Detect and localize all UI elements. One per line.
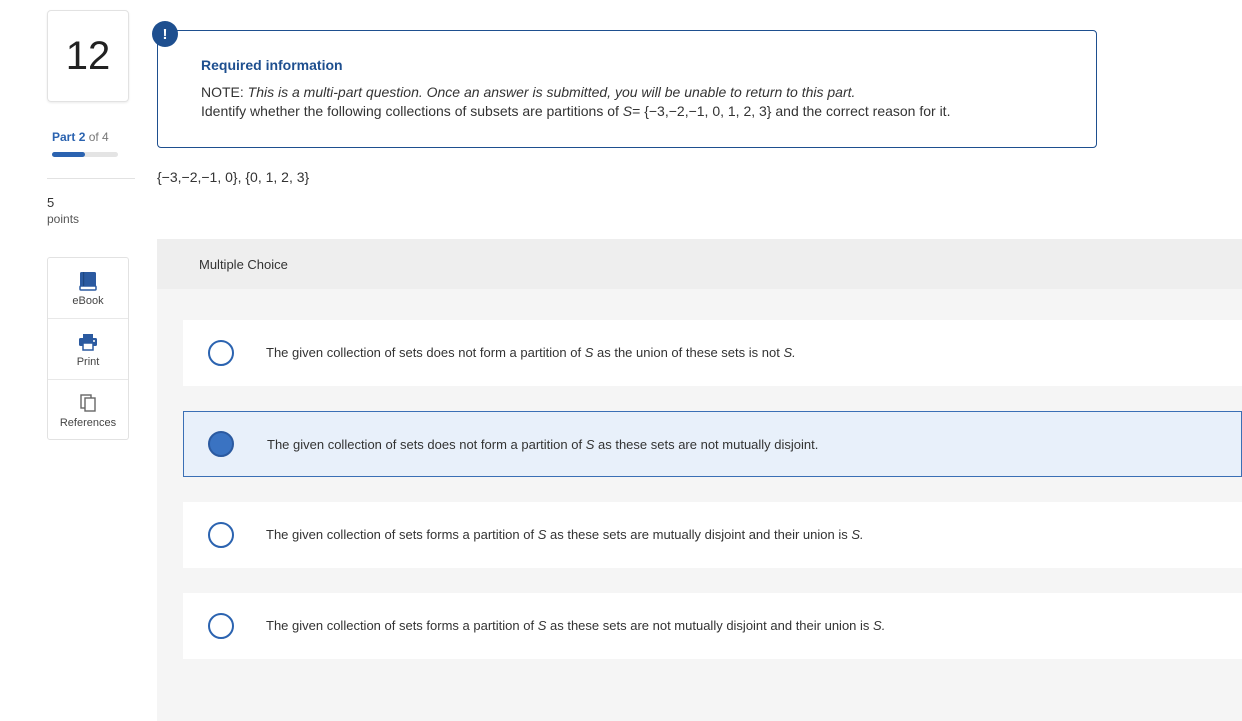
radio-button[interactable] — [208, 613, 234, 639]
part-total: of 4 — [88, 130, 109, 144]
book-icon — [79, 270, 97, 292]
note-text: NOTE: This is a multi-part question. Onc… — [201, 84, 856, 100]
print-button[interactable]: Print — [48, 319, 128, 380]
divider — [47, 178, 135, 179]
answer-option[interactable]: The given collection of sets does not fo… — [183, 320, 1242, 386]
multiple-choice-title: Multiple Choice — [199, 257, 288, 272]
radio-button[interactable] — [208, 431, 234, 457]
references-label: References — [59, 417, 117, 429]
answer-option[interactable]: The given collection of sets does not fo… — [183, 411, 1242, 477]
radio-button[interactable] — [208, 522, 234, 548]
answer-option[interactable]: The given collection of sets forms a par… — [183, 593, 1242, 659]
print-label: Print — [76, 355, 100, 368]
question-number: 12 — [47, 10, 129, 102]
points-label: points — [47, 212, 80, 226]
part-indicator: Part 2 of 4 — [52, 130, 109, 144]
instruction-text: Identify whether the following collectio… — [201, 103, 951, 119]
multiple-choice-area: Multiple Choice The given collection of … — [157, 239, 1242, 721]
answer-option-text: The given collection of sets forms a par… — [266, 527, 864, 542]
answer-option-text: The given collection of sets does not fo… — [267, 437, 819, 452]
required-information-title: Required information — [201, 57, 343, 73]
part-label: Part 2 — [52, 130, 86, 144]
answer-option-text: The given collection of sets does not fo… — [266, 345, 796, 360]
printer-icon — [78, 331, 98, 353]
tools-panel: eBook Print References — [47, 257, 129, 440]
part-progress-bar — [52, 152, 118, 157]
part-progress-fill — [52, 152, 85, 157]
answer-option[interactable]: The given collection of sets forms a par… — [183, 502, 1242, 568]
ebook-button[interactable]: eBook — [48, 258, 128, 319]
points-value: 5 — [47, 195, 55, 210]
answer-option-text: The given collection of sets forms a par… — [266, 618, 886, 633]
multiple-choice-header: Multiple Choice — [157, 239, 1242, 289]
alert-icon: ! — [152, 21, 178, 47]
ebook-label: eBook — [72, 294, 104, 307]
radio-button[interactable] — [208, 340, 234, 366]
references-button[interactable]: References — [48, 380, 128, 441]
references-icon — [79, 392, 97, 414]
required-information-panel: Required information NOTE: This is a mul… — [157, 30, 1097, 148]
subsets-collection: {−3,−2,−1, 0}, {0, 1, 2, 3} — [157, 169, 310, 185]
